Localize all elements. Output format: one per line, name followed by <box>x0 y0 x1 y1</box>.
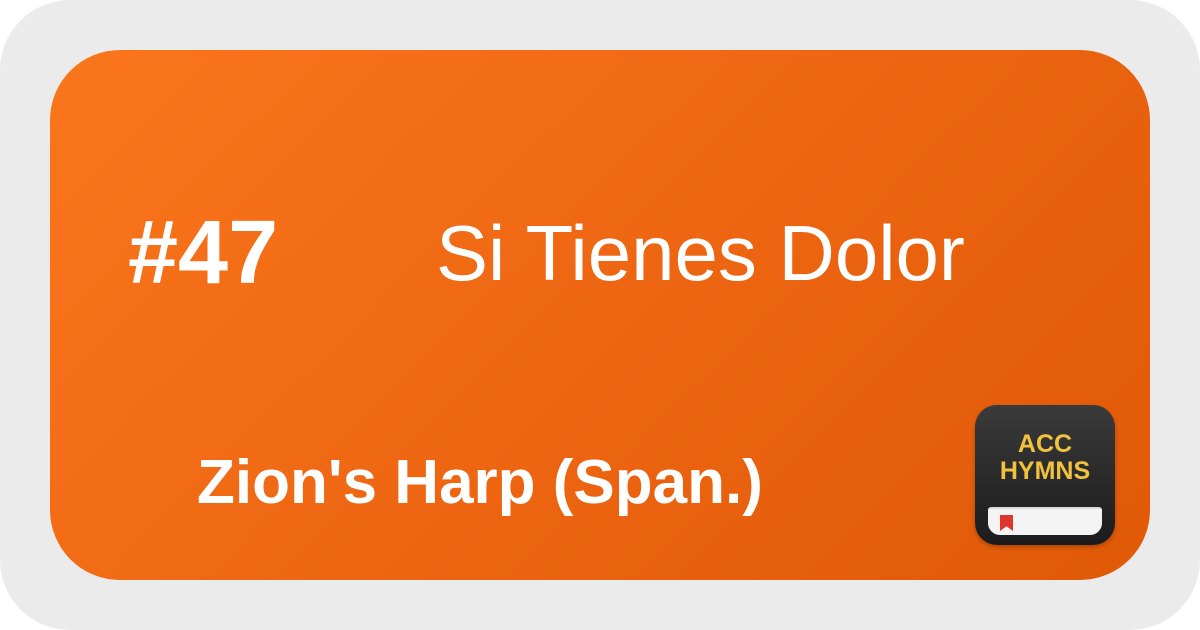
hymn-title: Si Tienes Dolor <box>436 209 965 297</box>
acc-hymns-app-icon: ACC HYMNS <box>975 405 1115 545</box>
app-icon-label-hymns: HYMNS <box>999 457 1091 485</box>
page-frame: #47 Si Tienes Dolor Zion's Harp (Span.) … <box>0 0 1200 630</box>
hymn-collection: Zion's Harp (Span.) <box>197 448 763 517</box>
app-icon-label-acc: ACC <box>1017 430 1073 458</box>
hymn-number: #47 <box>128 203 279 303</box>
